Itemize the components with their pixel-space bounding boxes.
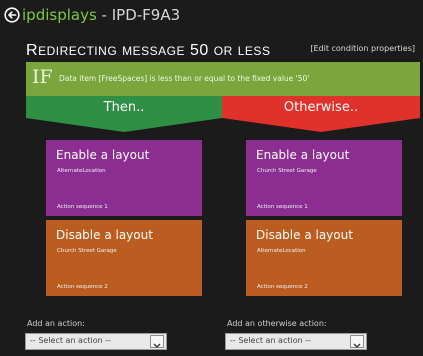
- then-action-card-enable[interactable]: Enable a layout AlternateLocation Action…: [46, 140, 202, 216]
- add-otherwise-action-select[interactable]: -- Select an action --: [225, 333, 367, 350]
- then-action-card-disable[interactable]: Disable a layout Church Street Garage Ac…: [46, 220, 202, 296]
- action-sequence: Action sequence 2: [57, 284, 108, 290]
- chevron-down-icon[interactable]: [150, 335, 164, 348]
- condition-text: Data item [FreeSpaces] is less than or e…: [59, 74, 310, 83]
- add-action-select-value: -- Select an action --: [30, 336, 111, 345]
- if-keyword: IF: [32, 66, 53, 88]
- action-title: Enable a layout: [256, 148, 350, 162]
- app-name: ipdisplays: [22, 6, 97, 24]
- action-sequence: Action sequence 1: [57, 204, 108, 210]
- app-brand: ipdisplays - IPD-F9A3: [22, 7, 180, 23]
- chevron-down-icon[interactable]: [350, 335, 364, 348]
- action-sequence: Action sequence 2: [257, 284, 308, 290]
- then-branch-header: Then..: [26, 96, 222, 134]
- if-condition-bar[interactable]: IF Data item [FreeSpaces] is less than o…: [26, 62, 420, 96]
- rule-editor-window: ipdisplays - IPD-F9A3 REDIRECTING MESSAG…: [0, 0, 423, 356]
- back-arrow-icon[interactable]: [4, 7, 20, 23]
- action-target: Church Street Garage: [57, 248, 117, 254]
- action-sequence: Action sequence 1: [257, 204, 308, 210]
- action-target: AlternateLocation: [57, 168, 106, 174]
- edit-condition-link[interactable]: [Edit condition properties]: [310, 44, 415, 53]
- action-title: Disable a layout: [256, 228, 353, 242]
- otherwise-branch-header: Otherwise..: [222, 96, 420, 134]
- otherwise-label: Otherwise..: [283, 100, 359, 115]
- add-otherwise-action-select-value: -- Select an action --: [230, 336, 311, 345]
- title-separator: -: [96, 6, 112, 24]
- otherwise-action-card-disable[interactable]: Disable a layout AlternateLocation Actio…: [246, 220, 402, 296]
- add-otherwise-action-label: Add an otherwise action:: [227, 319, 327, 328]
- rule-title-label: REDIRECTING MESSAGE 50 OR LESS: [26, 42, 270, 59]
- otherwise-action-card-enable[interactable]: Enable a layout Church Street Garage Act…: [246, 140, 402, 216]
- add-action-select[interactable]: -- Select an action --: [25, 333, 167, 350]
- top-bar: ipdisplays - IPD-F9A3: [0, 0, 423, 30]
- action-title: Disable a layout: [56, 228, 153, 242]
- action-target: Church Street Garage: [257, 168, 317, 174]
- rule-title: REDIRECTING MESSAGE 50 OR LESS: [26, 39, 278, 63]
- add-action-label: Add an action:: [27, 319, 85, 328]
- action-target: AlternateLocation: [257, 248, 306, 254]
- action-title: Enable a layout: [56, 148, 150, 162]
- rule-title-text: REDIRECTING MESSAGE 50 OR LESS: [26, 42, 270, 59]
- device-name: IPD-F9A3: [111, 6, 181, 24]
- then-label: Then..: [103, 100, 145, 115]
